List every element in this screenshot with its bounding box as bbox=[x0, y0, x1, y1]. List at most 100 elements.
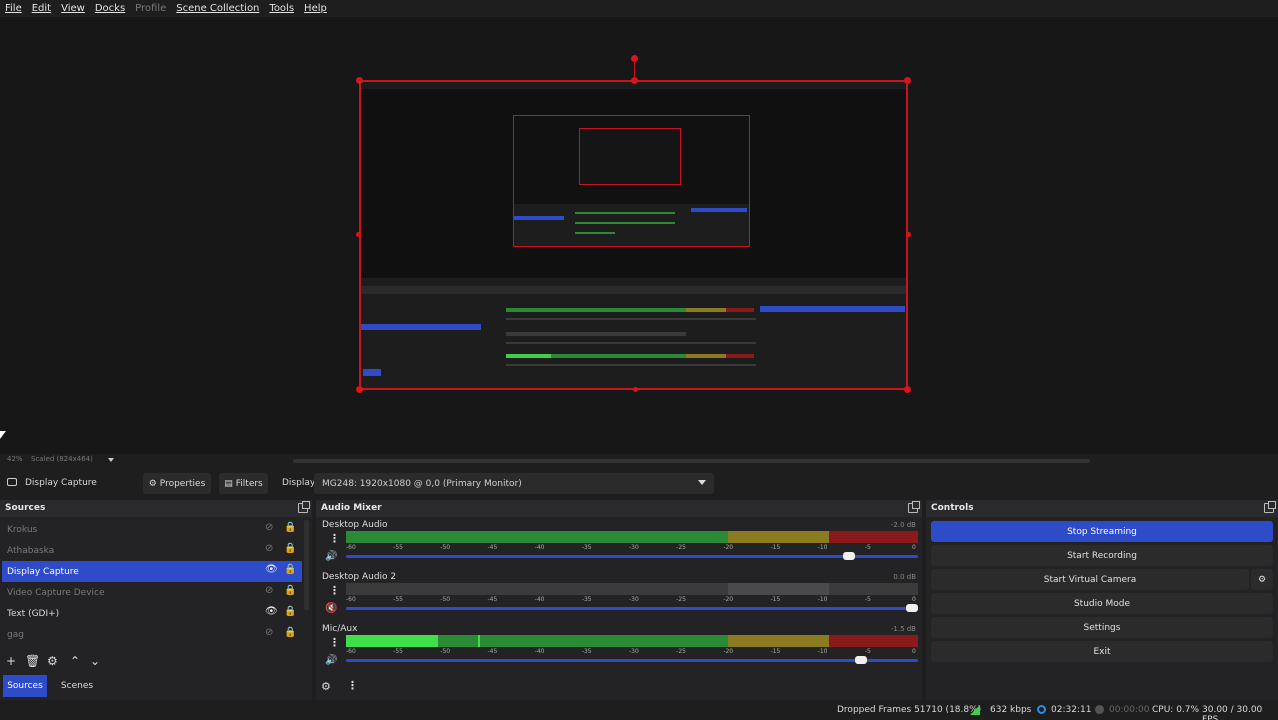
studio-mode-button[interactable]: Studio Mode bbox=[931, 593, 1273, 614]
menu-help[interactable]: Help bbox=[304, 3, 327, 14]
meter-red-zone bbox=[829, 531, 918, 543]
volume-meter bbox=[346, 583, 918, 595]
control-button-label: Studio Mode bbox=[1073, 598, 1131, 609]
lock-icon[interactable]: 🔒 bbox=[284, 627, 296, 638]
channel-menu-kebab-icon[interactable]: ⋮ bbox=[329, 636, 340, 649]
resize-handle-top-left[interactable] bbox=[356, 77, 363, 84]
volume-slider[interactable] bbox=[346, 604, 919, 612]
control-button-label: Settings bbox=[1083, 622, 1121, 633]
audio-mixer-dock: Audio Mixer Desktop Audio -2.0 dB ⋮ -60 -55 -… bbox=[316, 500, 922, 700]
filters-label: Filters bbox=[235, 478, 263, 489]
mixer-menu-kebab-icon[interactable]: ⋮ bbox=[347, 679, 358, 692]
menu-docks[interactable]: Docks bbox=[95, 3, 125, 14]
undock-icon[interactable] bbox=[298, 501, 310, 513]
filter-icon: ▤ bbox=[224, 478, 233, 489]
lock-icon[interactable]: 🔒 bbox=[284, 606, 296, 617]
stream-time: 02:32:11 bbox=[1051, 705, 1092, 715]
stop-streaming-button[interactable]: Stop Streaming bbox=[931, 521, 1273, 542]
resize-handle-right[interactable] bbox=[906, 232, 911, 237]
eye-hidden-icon[interactable]: ⊘ bbox=[265, 627, 273, 638]
preview-horizontal-scrollbar[interactable] bbox=[293, 459, 1090, 463]
source-item[interactable]: Display Capture 👁 🔒 bbox=[2, 561, 302, 582]
eye-icon[interactable]: 👁 bbox=[265, 564, 278, 575]
tab-sources[interactable]: Sources bbox=[3, 675, 47, 697]
resize-handle-bottom-right[interactable] bbox=[904, 386, 911, 393]
channel-name: Mic/Aux bbox=[322, 624, 358, 634]
source-item[interactable]: Video Capture Device ⊘ 🔒 bbox=[2, 582, 302, 603]
meter-green-zone bbox=[346, 531, 728, 543]
menu-scene-collection[interactable]: Scene Collection bbox=[176, 3, 259, 14]
meter-tick-label: -15 bbox=[770, 648, 781, 655]
resize-handle-left[interactable] bbox=[356, 232, 361, 237]
eye-icon[interactable]: 👁 bbox=[265, 606, 278, 617]
menu-profile[interactable]: Profile bbox=[135, 3, 166, 14]
lock-icon[interactable]: 🔒 bbox=[284, 564, 296, 575]
start-recording-button[interactable]: Start Recording bbox=[931, 545, 1273, 566]
volume-slider[interactable] bbox=[346, 656, 918, 664]
controls-dock: Controls Stop Streaming Start Recording St… bbox=[926, 500, 1278, 700]
undock-icon[interactable] bbox=[1264, 501, 1276, 513]
settings-button[interactable]: Settings bbox=[931, 617, 1273, 638]
speaker-icon[interactable]: 🔊 bbox=[325, 551, 337, 562]
meter-tick-label: -45 bbox=[487, 596, 498, 603]
properties-button[interactable]: ⚙ Properties bbox=[143, 473, 211, 494]
channel-db-value: 0.0 dB bbox=[893, 573, 916, 581]
menu-view[interactable]: View bbox=[61, 3, 85, 14]
volume-slider-knob[interactable] bbox=[906, 604, 919, 612]
lock-icon[interactable]: 🔒 bbox=[284, 522, 296, 533]
filters-button[interactable]: ▤ Filters bbox=[219, 473, 268, 494]
selected-source-bounding-box[interactable] bbox=[356, 55, 911, 393]
volume-slider[interactable] bbox=[346, 552, 918, 560]
zoom-dropdown-icon[interactable] bbox=[108, 458, 114, 462]
meter-tick-label: -50 bbox=[440, 596, 451, 603]
resize-handle-top-right[interactable] bbox=[904, 77, 911, 84]
menu-file[interactable]: File bbox=[5, 3, 22, 14]
meter-tick-label: -35 bbox=[581, 596, 592, 603]
trash-icon[interactable]: 🗑 bbox=[25, 654, 40, 668]
undock-icon[interactable] bbox=[908, 501, 920, 513]
source-item[interactable]: Text (GDI+) 👁 🔒 bbox=[2, 603, 302, 624]
source-item[interactable]: gag ⊘ 🔒 bbox=[2, 624, 302, 645]
exit-button[interactable]: Exit bbox=[931, 641, 1273, 662]
move-down-icon[interactable]: ⌄ bbox=[90, 654, 100, 668]
resize-handle-bottom-left[interactable] bbox=[356, 386, 363, 393]
volume-meter bbox=[346, 531, 918, 543]
meter-tick-label: -10 bbox=[817, 648, 828, 655]
volume-slider-knob[interactable] bbox=[843, 552, 856, 560]
channel-menu-kebab-icon[interactable]: ⋮ bbox=[329, 584, 340, 597]
muted-speaker-icon[interactable]: 🔇 bbox=[325, 603, 337, 614]
menu-tools[interactable]: Tools bbox=[269, 3, 294, 14]
resize-handle-top[interactable] bbox=[631, 77, 638, 84]
volume-slider-knob[interactable] bbox=[854, 656, 867, 664]
eye-hidden-icon[interactable]: ⊘ bbox=[265, 522, 273, 533]
source-item[interactable]: Krokus ⊘ 🔒 bbox=[2, 519, 302, 540]
tab-scenes[interactable]: Scenes bbox=[53, 675, 101, 697]
source-properties-gear-icon[interactable]: ⚙ bbox=[47, 654, 58, 668]
preview-area[interactable] bbox=[0, 17, 1278, 454]
meter-tick-label: -40 bbox=[534, 544, 545, 551]
sources-scrollbar[interactable] bbox=[304, 520, 309, 610]
meter-tick-label: -30 bbox=[629, 544, 639, 551]
meter-tick-label: -40 bbox=[534, 596, 545, 603]
speaker-icon[interactable]: 🔊 bbox=[325, 655, 337, 666]
rotation-handle[interactable] bbox=[631, 55, 638, 62]
virtual-camera-settings-gear-icon[interactable]: ⚙ bbox=[1251, 569, 1273, 590]
lock-icon[interactable]: 🔒 bbox=[284, 585, 296, 596]
add-source-icon[interactable]: + bbox=[6, 654, 16, 668]
lock-icon[interactable]: 🔒 bbox=[284, 543, 296, 554]
zoom-mode[interactable]: Scaled (824x464) bbox=[31, 455, 93, 463]
audio-advanced-gear-icon[interactable]: ⚙ bbox=[321, 680, 331, 693]
menu-edit[interactable]: Edit bbox=[32, 3, 51, 14]
channel-menu-kebab-icon[interactable]: ⋮ bbox=[329, 532, 340, 545]
channel-name: Desktop Audio bbox=[322, 520, 388, 530]
meter-level bbox=[346, 635, 438, 647]
eye-hidden-icon[interactable]: ⊘ bbox=[265, 585, 273, 596]
start-virtual-camera-button[interactable]: Start Virtual Camera bbox=[931, 569, 1249, 590]
display-select[interactable]: MG248: 1920x1080 @ 0,0 (Primary Monitor) bbox=[314, 473, 714, 494]
eye-hidden-icon[interactable]: ⊘ bbox=[265, 543, 273, 554]
move-up-icon[interactable]: ⌃ bbox=[70, 654, 80, 668]
source-item-label: Krokus bbox=[7, 524, 38, 535]
zoom-percent: 42% bbox=[7, 455, 23, 463]
resize-handle-bottom[interactable] bbox=[633, 387, 638, 392]
source-item[interactable]: Athabaska ⊘ 🔒 bbox=[2, 540, 302, 561]
